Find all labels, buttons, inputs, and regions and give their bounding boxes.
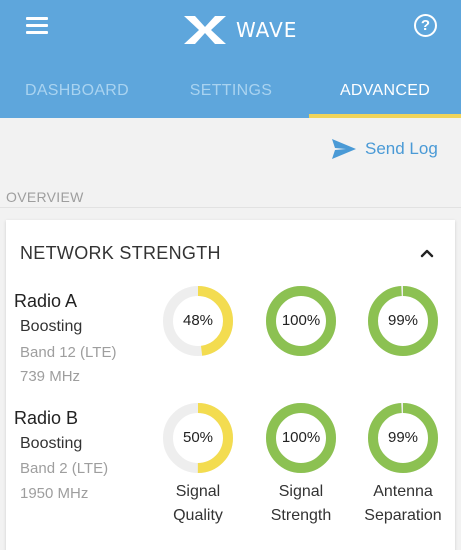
radio-a-status: Boosting bbox=[20, 318, 83, 335]
send-paper-plane-icon bbox=[332, 139, 356, 159]
radio-a-signal-strength-gauge: 100% bbox=[265, 285, 337, 357]
gauge-value: 48% bbox=[182, 312, 214, 329]
radio-a-frequency: 739 MHz bbox=[20, 368, 81, 385]
radio-b-antenna-separation-gauge: 99% bbox=[367, 402, 439, 474]
send-log-button[interactable]: Send Log bbox=[331, 136, 438, 162]
column-label-signal-strength: Signal Strength bbox=[251, 480, 351, 528]
radio-a-name: Radio A bbox=[14, 291, 78, 311]
help-circle-icon[interactable]: ? bbox=[414, 14, 437, 37]
radio-b-name: Radio B bbox=[14, 408, 79, 428]
column-label-line: Strength bbox=[270, 507, 332, 524]
radio-a-band: Band 12 (LTE) bbox=[20, 344, 117, 361]
radio-b-signal-strength-gauge: 100% bbox=[265, 402, 337, 474]
gauge-value: 99% bbox=[387, 312, 419, 329]
gauge-value: 99% bbox=[387, 429, 419, 446]
chevron-up-icon[interactable] bbox=[418, 246, 436, 260]
tab-dashboard[interactable]: DASHBOARD bbox=[0, 70, 154, 114]
gauge-value: 100% bbox=[281, 312, 321, 329]
column-label-line: Signal bbox=[175, 483, 221, 500]
section-divider bbox=[0, 207, 461, 208]
radio-a-signal-quality-gauge: 48% bbox=[162, 285, 234, 357]
section-label-overview: OVERVIEW bbox=[6, 189, 84, 205]
radio-b-signal-quality-gauge: 50% bbox=[162, 402, 234, 474]
active-tab-indicator bbox=[309, 114, 461, 118]
column-label-antenna-separation: Antenna Separation bbox=[353, 480, 453, 528]
radio-b-frequency: 1950 MHz bbox=[20, 485, 89, 502]
column-label-line: Separation bbox=[364, 507, 442, 524]
column-label-line: Quality bbox=[173, 507, 223, 524]
tab-bar: DASHBOARD SETTINGS ADVANCED bbox=[0, 70, 461, 118]
column-label-line: Signal bbox=[278, 483, 324, 500]
tab-advanced[interactable]: ADVANCED bbox=[309, 70, 461, 114]
app-header: WAVE ? DASHBOARD SETTINGS ADVANCED bbox=[0, 0, 461, 118]
gauge-value: 100% bbox=[281, 429, 321, 446]
radio-b-status: Boosting bbox=[20, 435, 83, 452]
hamburger-menu-icon[interactable] bbox=[26, 17, 48, 35]
send-log-label: Send Log bbox=[365, 139, 438, 158]
tab-settings[interactable]: SETTINGS bbox=[154, 70, 308, 114]
column-label-signal-quality: Signal Quality bbox=[148, 480, 248, 528]
card-title: NETWORK STRENGTH bbox=[20, 243, 221, 263]
network-strength-card: NETWORK STRENGTH Radio A Boosting Band 1… bbox=[6, 220, 455, 550]
brand-name: WAVE bbox=[236, 18, 298, 42]
app-logo: WAVE bbox=[182, 14, 297, 46]
gauge-value: 50% bbox=[182, 429, 214, 446]
radio-b-band: Band 2 (LTE) bbox=[20, 460, 109, 477]
radio-a-antenna-separation-gauge: 99% bbox=[367, 285, 439, 357]
x-logo-icon bbox=[184, 16, 226, 44]
column-label-line: Antenna bbox=[373, 483, 433, 500]
